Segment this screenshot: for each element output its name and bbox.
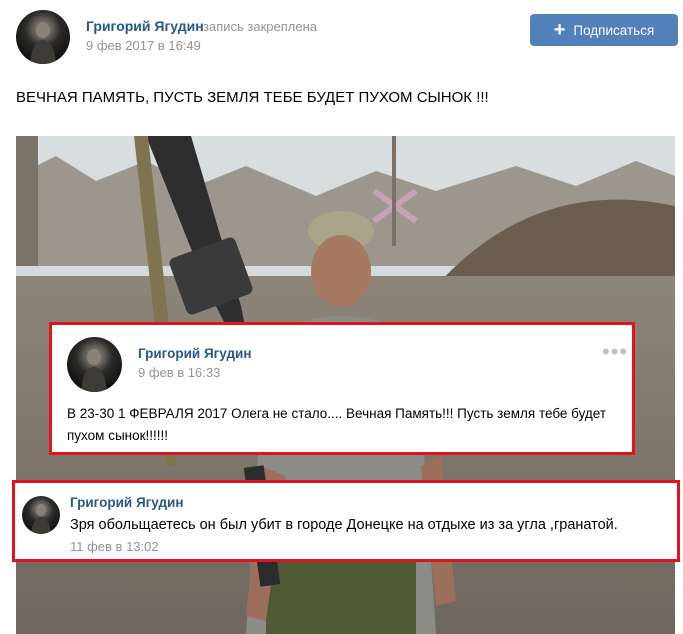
quoted-post-card: Григорий Ягудин 9 фев в 16:33 ••• В 23-3… <box>49 322 635 455</box>
post-text: ВЕЧНАЯ ПАМЯТЬ, ПУСТЬ ЗЕМЛЯ ТЕБЕ БУДЕТ ПУ… <box>16 89 489 106</box>
comment-date[interactable]: 11 фев в 13:02 <box>70 539 159 554</box>
subscribe-label: Подписаться <box>573 22 655 38</box>
quoted-post-text: В 23-30 1 ФЕВРАЛЯ 2017 Олега не стало...… <box>67 406 607 443</box>
quoted-post-avatar[interactable] <box>67 337 122 392</box>
post-author-name[interactable]: Григорий Ягудин <box>86 18 204 34</box>
subscribe-button[interactable]: + Подписаться <box>530 14 678 46</box>
post-author-avatar[interactable] <box>16 10 70 64</box>
comment-avatar[interactable] <box>22 496 60 534</box>
post-date[interactable]: 9 фев 2017 в 16:49 <box>86 38 201 53</box>
quoted-post-date[interactable]: 9 фев в 16:33 <box>138 365 220 380</box>
more-dots-icon[interactable]: ••• <box>602 339 628 365</box>
pinned-label: запись закреплена <box>203 19 317 34</box>
plus-icon: + <box>553 19 566 41</box>
comment-author[interactable]: Григорий Ягудин <box>70 495 184 510</box>
quoted-post-author[interactable]: Григорий Ягудин <box>138 346 252 361</box>
comment-card: Григорий Ягудин Зря обольщаетесь он был … <box>12 480 680 562</box>
comment-text: Зря обольщаетесь он был убит в городе До… <box>70 517 618 533</box>
